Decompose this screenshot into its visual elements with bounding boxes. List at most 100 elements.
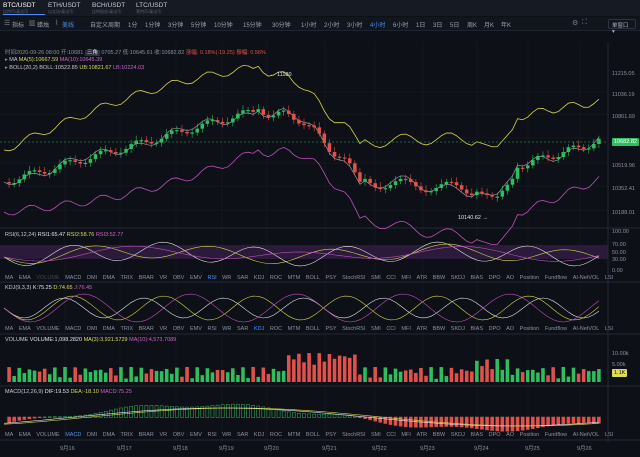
indicator-tab[interactable]: MACD [65,432,81,438]
indicator-tab[interactable]: StochRSI [342,432,365,438]
indicator-tab[interactable]: DPO [489,432,501,438]
indicator-tab[interactable]: RSI [207,432,216,438]
indicator-tab[interactable]: BRAR [139,275,154,281]
symbol-tab-ltc[interactable]: LTC/USDT 莱特币/泰达币 [136,2,178,15]
indicator-tab[interactable]: AI-NetVOL [573,275,600,281]
indicator-tab[interactable]: DMI [87,275,97,281]
symbol-tab-btc[interactable]: BTC/USDT 比特币/泰达币 [3,2,45,15]
indicators-button[interactable]: 指标 [12,20,24,29]
visibility-icon[interactable]: ▸ [5,65,8,71]
indicator-tab[interactable]: ROC [270,275,282,281]
indicator-tab[interactable]: MA [5,326,13,332]
indicator-tab[interactable]: BIAS [470,432,483,438]
indicator-tab[interactable]: SAR [237,326,248,332]
period-button[interactable]: 年K [501,20,511,29]
indicator-tab[interactable]: EMA [19,275,31,281]
period-button[interactable]: 5分钟 [191,20,206,29]
indicator-tab[interactable]: SKDJ [451,326,465,332]
indicator-tab[interactable]: Position [520,432,540,438]
indicator-icon[interactable]: ☰ [4,19,10,27]
indicator-tab[interactable]: ATR [416,275,427,281]
period-button[interactable]: 10分钟 [214,20,233,29]
indicator-tab[interactable]: AO [506,275,514,281]
indicator-tab[interactable]: Position [520,326,540,332]
chart-area[interactable]: 时间2020-09-26 08:00 开:10681 三角 0705.27 低:… [0,32,640,455]
period-button[interactable]: 15分钟 [243,20,262,29]
indicator-tab[interactable]: BRAR [139,326,154,332]
indicator-tab[interactable]: EMV [190,275,202,281]
indicator-tab[interactable]: BBW [433,275,446,281]
indicator-tab[interactable]: RSI [207,275,216,281]
indicator-tab[interactable]: VR [160,275,168,281]
symbol-tab-eth[interactable]: ETH/USDT 以太坊/泰达币 [48,2,90,15]
indicator-tab[interactable]: OBV [173,432,185,438]
indicator-tab[interactable]: LSUR [605,326,613,332]
indicator-tab[interactable]: EMV [190,326,202,332]
line-chart-icon[interactable]: ⌇ [55,19,58,27]
settings-icon[interactable]: ⚙ [572,19,578,27]
indicator-tab[interactable]: ATR [416,432,427,438]
period-button[interactable]: 6小时 [393,20,408,29]
indicator-tab[interactable]: AO [506,432,514,438]
period-button[interactable]: 5日 [450,20,459,29]
indicator-tab[interactable]: BIAS [470,326,483,332]
indicator-tab[interactable]: VR [160,432,168,438]
indicator-tab[interactable]: Position [520,275,540,281]
indicator-tab[interactable]: AO [506,326,514,332]
indicator-tab[interactable]: DMA [103,432,115,438]
indicator-tab[interactable]: StochRSI [342,275,365,281]
indicator-tab[interactable]: RSI [207,326,216,332]
period-button[interactable]: 3日 [433,20,442,29]
indicator-tab[interactable]: SMI [371,326,381,332]
indicator-tab[interactable]: SKDJ [451,432,465,438]
period-button[interactable]: 30分钟 [272,20,291,29]
indicator-tab[interactable]: BBW [433,432,446,438]
indicator-tab[interactable]: CCI [386,432,395,438]
indicator-tab[interactable]: TRIX [121,432,134,438]
indicator-tab[interactable]: BOLL [306,432,320,438]
indicator-tab[interactable]: MA [5,275,13,281]
period-button[interactable]: 1日 [416,20,425,29]
visibility-icon[interactable]: ▸ [5,57,8,63]
indicator-tab[interactable]: EMA [19,326,31,332]
indicator-tab[interactable]: WR [222,432,231,438]
indicator-tab[interactable]: DMI [87,326,97,332]
indicator-tab[interactable]: Fundflow [545,432,567,438]
indicator-tab[interactable]: PSY [326,326,337,332]
indicator-tab[interactable]: MFI [401,432,410,438]
period-button[interactable]: 3小时 [347,20,362,29]
indicator-tab[interactable]: ATR [416,326,427,332]
indicator-tab[interactable]: MTM [288,432,301,438]
window-mode-dropdown[interactable]: 单窗口 ▾ [608,19,636,35]
period-button[interactable]: 周K [467,20,477,29]
indicator-tab[interactable]: ROC [270,432,282,438]
indicator-tab[interactable]: TRIX [121,326,134,332]
indicator-tab[interactable]: MACD [65,275,81,281]
candle-icon[interactable]: ▥ [29,19,36,27]
period-button[interactable]: 4小时 [370,20,385,29]
indicator-tab[interactable]: EMA [19,432,31,438]
indicator-tab[interactable]: KDJ [254,432,264,438]
indicator-tab[interactable]: KDJ [254,326,264,332]
indicator-tab[interactable]: PSY [326,275,337,281]
symbol-tab-bch[interactable]: BCH/USDT 比特现金/泰达币 [92,2,134,15]
indicator-tab[interactable]: BOLL [306,326,320,332]
indicator-tab[interactable]: MACD [65,326,81,332]
indicator-tab[interactable]: DMA [103,326,115,332]
indicator-tab[interactable]: LSUR [605,275,613,281]
period-button[interactable]: 3分钟 [168,20,183,29]
fullscreen-icon[interactable]: ⛶ [582,19,587,27]
indicator-tab[interactable]: AI-NetVOL [573,326,600,332]
indicator-tab[interactable]: PSY [326,432,337,438]
indicator-tab[interactable]: KDJ [254,275,264,281]
indicator-tab[interactable]: WR [222,326,231,332]
indicator-tab[interactable]: TRIX [121,275,134,281]
indicator-tab[interactable]: OBV [173,275,185,281]
indicator-tab[interactable]: SMI [371,432,381,438]
indicator-tab[interactable]: LSUR [605,432,613,438]
indicator-tab[interactable]: CCI [386,326,395,332]
indicator-tab[interactable]: MTM [288,326,301,332]
period-button[interactable]: 1分 [128,20,137,29]
line-chart-button[interactable]: 美线 [62,20,74,29]
indicator-tab[interactable]: SAR [237,432,248,438]
